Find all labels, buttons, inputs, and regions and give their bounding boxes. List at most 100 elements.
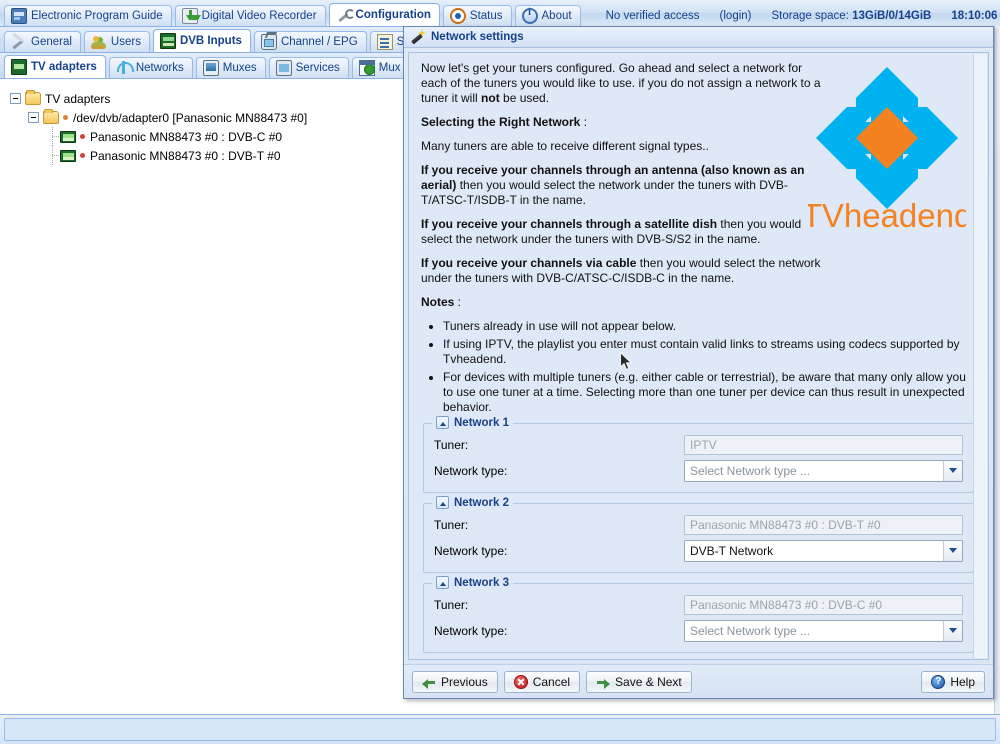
cable-bold-text: If you receive your channels via cable: [421, 256, 637, 270]
tab-label: Digital Video Recorder: [201, 10, 317, 22]
folder-icon: [25, 90, 41, 105]
satellite-bold-text: If you receive your channels through a s…: [421, 217, 718, 231]
status-dot-icon: [80, 134, 85, 139]
tree-node-label: /dev/dvb/adapter0 [Panasonic MN88473 #0]: [73, 110, 308, 125]
tuner-label: Tuner:: [434, 438, 469, 452]
select-network-heading-text: Selecting the Right Network: [421, 115, 581, 129]
cursor-arrow-icon: [620, 351, 633, 370]
tab-status[interactable]: Status: [442, 5, 512, 26]
tvadapter-icon: [11, 59, 27, 75]
wrench-icon: [336, 7, 355, 23]
network-3-legend-label: Network 3: [454, 576, 509, 589]
status-dot-icon: [63, 115, 68, 120]
network-1-legend-label: Network 1: [454, 416, 509, 429]
antenna-paragraph: If you receive your channels through an …: [421, 163, 821, 208]
notes-heading-colon: :: [454, 295, 462, 309]
tab-general[interactable]: General: [4, 31, 81, 52]
network-1-type-value: Select Network type ...: [690, 464, 811, 478]
network-type-label: Network type:: [434, 544, 508, 558]
tab-label: About: [541, 10, 572, 22]
tab-muxes[interactable]: Muxes: [195, 57, 266, 78]
network-2-type-select[interactable]: DVB-T Network: [684, 540, 963, 562]
tab-label: Configuration: [355, 9, 431, 21]
tab-digital-video-recorder[interactable]: Digital Video Recorder: [174, 5, 326, 26]
help-icon: ?: [931, 674, 946, 689]
previous-button[interactable]: Previous: [412, 670, 498, 693]
dialog-title: Network settings: [431, 31, 524, 43]
arrow-right-icon: [596, 676, 611, 689]
collapse-icon[interactable]: [436, 576, 449, 589]
tvheadend-logo-text: TVheadend: [808, 197, 966, 234]
tree-node-label: Panasonic MN88473 #0 : DVB-C #0: [90, 129, 283, 144]
tab-label: Networks: [135, 62, 184, 74]
previous-button-label: Previous: [441, 674, 488, 689]
network-1-type-row: Network type: Select Network type ...: [434, 458, 963, 484]
expander-icon[interactable]: [28, 112, 39, 123]
network-settings-dialog: Network settings TVheadend Now let's get…: [403, 26, 994, 699]
tab-label: Channel / EPG: [280, 36, 358, 48]
mux-icon: [202, 60, 219, 76]
tab-label: General: [31, 36, 72, 48]
tab-channel-epg[interactable]: Channel / EPG: [253, 31, 367, 52]
dialog-header: Network settings: [404, 27, 993, 48]
storage-space-value: 13GiB/0/14GiB: [852, 9, 932, 22]
tab-networks[interactable]: Networks: [108, 57, 193, 78]
collapse-icon[interactable]: [436, 416, 449, 429]
status-eye-icon: [449, 8, 466, 24]
network-3-type-select[interactable]: Select Network type ...: [684, 620, 963, 642]
clock: 18:10:06: [951, 9, 998, 22]
expander-icon[interactable]: [10, 93, 21, 104]
tools-icon: [11, 34, 27, 50]
network-3-tuner-input: Panasonic MN88473 #0 : DVB-C #0: [684, 595, 963, 615]
tab-users[interactable]: Users: [83, 31, 150, 52]
collapse-icon[interactable]: [436, 496, 449, 509]
main-tab-bar: Electronic Program Guide Digital Video R…: [0, 0, 1000, 27]
network-3-type-row: Network type: Select Network type ...: [434, 618, 963, 644]
dialog-scrollbar[interactable]: [973, 54, 987, 658]
help-button[interactable]: ? Help: [921, 670, 985, 693]
login-link[interactable]: (login): [720, 10, 752, 22]
network-type-label: Network type:: [434, 624, 508, 638]
chevron-down-icon[interactable]: [943, 541, 962, 561]
tab-about[interactable]: About: [514, 5, 581, 26]
cable-paragraph: If you receive your channels via cable t…: [421, 256, 821, 286]
tab-label: Status: [469, 10, 503, 22]
tab-label: Services: [295, 62, 340, 74]
application-root: Electronic Program Guide Digital Video R…: [0, 0, 1000, 744]
page-scrollbar[interactable]: [994, 26, 1000, 714]
network-2-type-row: Network type: DVB-T Network: [434, 538, 963, 564]
tab-tv-adapters[interactable]: TV adapters: [4, 55, 106, 78]
network-1-type-select[interactable]: Select Network type ...: [684, 460, 963, 482]
tab-dvb-inputs[interactable]: DVB Inputs: [152, 29, 251, 52]
tree-connector: [46, 127, 60, 146]
intro-text-bold: not: [481, 91, 500, 105]
tab-configuration[interactable]: Configuration: [328, 3, 440, 26]
tab-services[interactable]: Services: [268, 57, 349, 78]
bottom-status-bar-inner: [4, 718, 996, 741]
tvheadend-logo-svg: TVheadend: [808, 67, 966, 234]
tree-connector: [46, 146, 60, 165]
card-icon: [159, 33, 176, 49]
antenna-rest-text: then you would select the network under …: [421, 178, 788, 207]
storage-space-label: Storage space:: [771, 9, 849, 22]
notes-heading-text: Notes: [421, 295, 455, 309]
card-icon: [60, 130, 76, 143]
bottom-status-bar: [0, 714, 1000, 744]
select-network-heading: Selecting the Right Network :: [421, 115, 821, 130]
save-next-button-label: Save & Next: [615, 674, 682, 689]
tvheadend-logo: TVheadend: [808, 59, 966, 234]
chevron-down-icon[interactable]: [943, 461, 962, 481]
cancel-button[interactable]: Cancel: [503, 670, 581, 693]
muxsched-icon: [358, 60, 375, 76]
save-next-button[interactable]: Save & Next: [586, 670, 692, 693]
chevron-down-icon[interactable]: [943, 621, 962, 641]
select-network-heading-colon: :: [580, 115, 588, 129]
notes-list-item: Tuners already in use will not appear be…: [443, 319, 971, 334]
mouse-cursor: [620, 351, 633, 371]
tuner-label: Tuner:: [434, 518, 469, 532]
access-status: No verified access: [605, 9, 700, 22]
network-1-tuner-input: IPTV: [684, 435, 963, 455]
help-button-label: Help: [950, 674, 975, 689]
stream-icon: [376, 34, 393, 50]
tab-electronic-program-guide[interactable]: Electronic Program Guide: [4, 5, 172, 26]
